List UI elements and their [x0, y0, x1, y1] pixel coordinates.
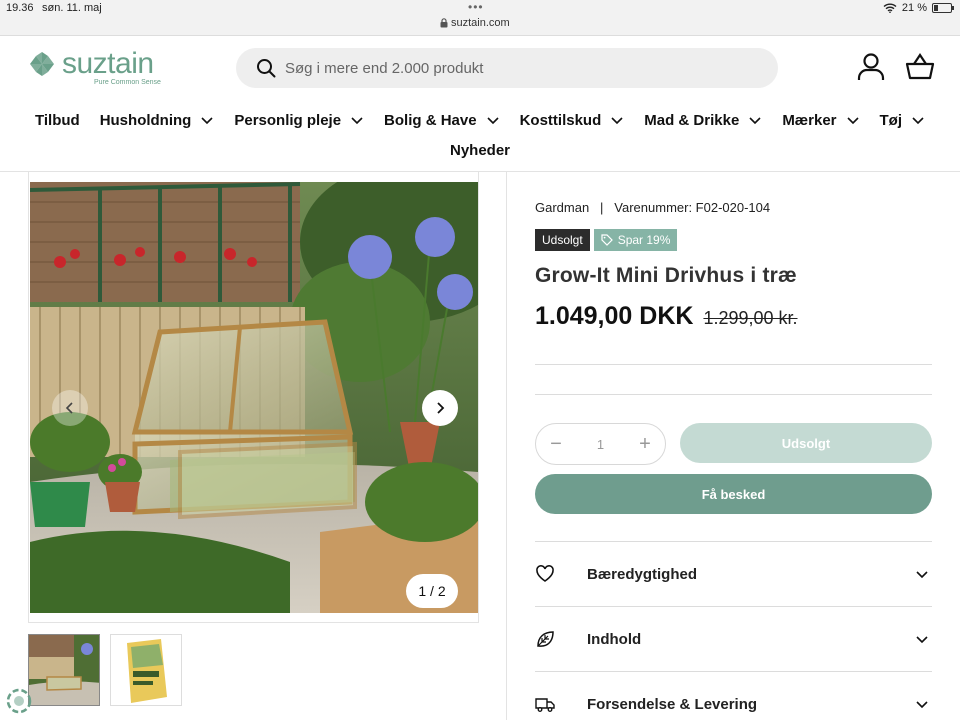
browser-status-bar: 19.36 søn. 11. maj ••• suztain.com 21 %	[0, 0, 960, 36]
wifi-icon	[883, 3, 897, 13]
nav-item-mad-drikke[interactable]: Mad & Drikke	[634, 112, 772, 129]
sku: Varenummer: F02-020-104	[614, 200, 771, 215]
nav-item-label: Mærker	[782, 111, 837, 129]
more-dots-icon[interactable]: •••	[468, 0, 484, 14]
truck-icon	[535, 698, 555, 712]
price-row: 1.049,00 DKK 1.299,00 kr.	[535, 302, 798, 331]
search-bar[interactable]	[236, 48, 778, 88]
chevron-down-icon	[916, 636, 928, 644]
thumbnail-1[interactable]	[28, 634, 100, 706]
chevron-down-icon	[916, 701, 928, 709]
basket-icon[interactable]	[905, 52, 935, 82]
tag-icon	[601, 234, 613, 246]
lock-icon	[440, 18, 448, 28]
accordion-label: Indhold	[587, 630, 642, 648]
gallery-counter: 1 / 2	[406, 574, 458, 608]
account-icon[interactable]	[856, 52, 886, 82]
nav-item-tøj[interactable]: Tøj	[870, 112, 936, 129]
logo-name: suztain	[62, 47, 154, 80]
heart-icon	[536, 565, 554, 582]
discount-text: Spar 19%	[617, 233, 671, 247]
quantity-value[interactable]: 1	[597, 437, 604, 452]
chevron-down-icon	[916, 571, 928, 579]
brand-link[interactable]: Gardman	[535, 200, 589, 215]
soldout-badge: Udsolgt	[535, 229, 590, 251]
nav-item-husholdning[interactable]: Husholdning	[90, 112, 225, 129]
discount-badge: Spar 19%	[593, 229, 678, 251]
thumbnail-package-image	[111, 635, 181, 705]
accordion-sustainability[interactable]: Bæredygtighed	[535, 542, 932, 606]
search-icon[interactable]	[256, 58, 276, 78]
chevron-down-icon	[749, 117, 761, 125]
increase-quantity-button[interactable]: +	[638, 434, 652, 454]
quantity-stepper: − 1 +	[535, 423, 666, 465]
nav-item-label: Tilbud	[34, 111, 80, 129]
chevron-down-icon	[912, 117, 924, 125]
thumbnail-2[interactable]	[110, 634, 182, 706]
nav-item-label: Kosttilskud	[519, 111, 602, 129]
nav-item-label: Mad & Drikke	[644, 111, 740, 129]
battery-icon	[932, 3, 954, 13]
notify-button[interactable]: Få besked	[535, 474, 932, 514]
nav-item-tilbud[interactable]: Tilbud	[25, 112, 90, 129]
decrease-quantity-button[interactable]: −	[549, 434, 563, 454]
clock: 19.36	[6, 2, 34, 14]
leaf-icon	[537, 631, 554, 647]
meta-separator: |	[592, 200, 611, 215]
battery-percent: 21 %	[901, 2, 927, 14]
product-gallery: 1 / 2	[28, 172, 479, 623]
chevron-down-icon	[846, 117, 859, 125]
chevron-left-icon	[65, 402, 73, 414]
logo-leaf-icon	[30, 52, 54, 76]
current-price: 1.049,00 DKK	[535, 302, 694, 330]
nav-item-label: Bolig & Have	[384, 111, 477, 129]
chevron-down-icon	[351, 117, 363, 125]
nav-row-2: Nyheder	[0, 142, 960, 160]
soldout-button[interactable]: Udsolgt	[680, 423, 932, 463]
accordion-content[interactable]: Indhold	[535, 607, 932, 671]
accessibility-badge-icon[interactable]	[6, 688, 32, 714]
product-photo[interactable]: 1 / 2	[30, 182, 478, 613]
chevron-down-icon	[201, 117, 213, 125]
logo-tagline: Pure Common Sense	[94, 79, 161, 86]
accordion-label: Bæredygtighed	[587, 565, 698, 583]
product-badges: Udsolgt Spar 19%	[535, 229, 678, 251]
nav-item-personlig-pleje[interactable]: Personlig pleje	[224, 112, 374, 129]
nav-row: Tilbud Husholdning Personlig pleje Bolig & …	[0, 104, 960, 136]
nav-item-nyheder[interactable]: Nyheder	[450, 142, 510, 159]
chevron-right-icon	[437, 402, 445, 414]
date: søn. 11. maj	[42, 2, 102, 14]
nav-item-label: Tøj	[879, 111, 903, 129]
greenhouse-garden-image	[30, 182, 478, 613]
product-title: Grow-It Mini Drivhus i træ	[535, 264, 797, 287]
gallery-next-button[interactable]	[422, 390, 458, 426]
nav-item-mærker[interactable]: Mærker	[772, 112, 869, 129]
column-divider	[506, 172, 507, 720]
nav-item-label: Personlig pleje	[234, 111, 342, 129]
status-indicators: 21 %	[883, 2, 954, 14]
nav-item-label: Husholdning	[99, 111, 192, 129]
accordion-shipping[interactable]: Forsendelse & Levering	[535, 672, 932, 720]
thumbnail-garden-image	[29, 635, 99, 705]
gallery-prev-button[interactable]	[52, 390, 88, 426]
accordion-label: Forsendelse & Levering	[587, 695, 758, 713]
chevron-down-icon	[611, 117, 623, 125]
search-input[interactable]	[285, 59, 745, 77]
nav-item-kosttilskud[interactable]: Kosttilskud	[510, 112, 635, 129]
product-meta: Gardman | Varenummer: F02-020-104	[535, 200, 770, 215]
divider	[535, 364, 932, 365]
address-bar[interactable]: suztain.com	[440, 17, 530, 29]
url-text: suztain.com	[451, 17, 510, 29]
site-header: suztain Pure Common Sense	[0, 36, 960, 100]
original-price: 1.299,00 kr.	[703, 308, 798, 328]
main-navigation: Tilbud Husholdning Personlig pleje Bolig & …	[0, 104, 960, 159]
nav-item-bolig-have[interactable]: Bolig & Have	[374, 112, 510, 129]
chevron-down-icon	[487, 117, 499, 125]
divider	[535, 394, 932, 395]
logo[interactable]: suztain Pure Common Sense	[28, 47, 161, 86]
gallery-thumbnails	[28, 634, 182, 706]
